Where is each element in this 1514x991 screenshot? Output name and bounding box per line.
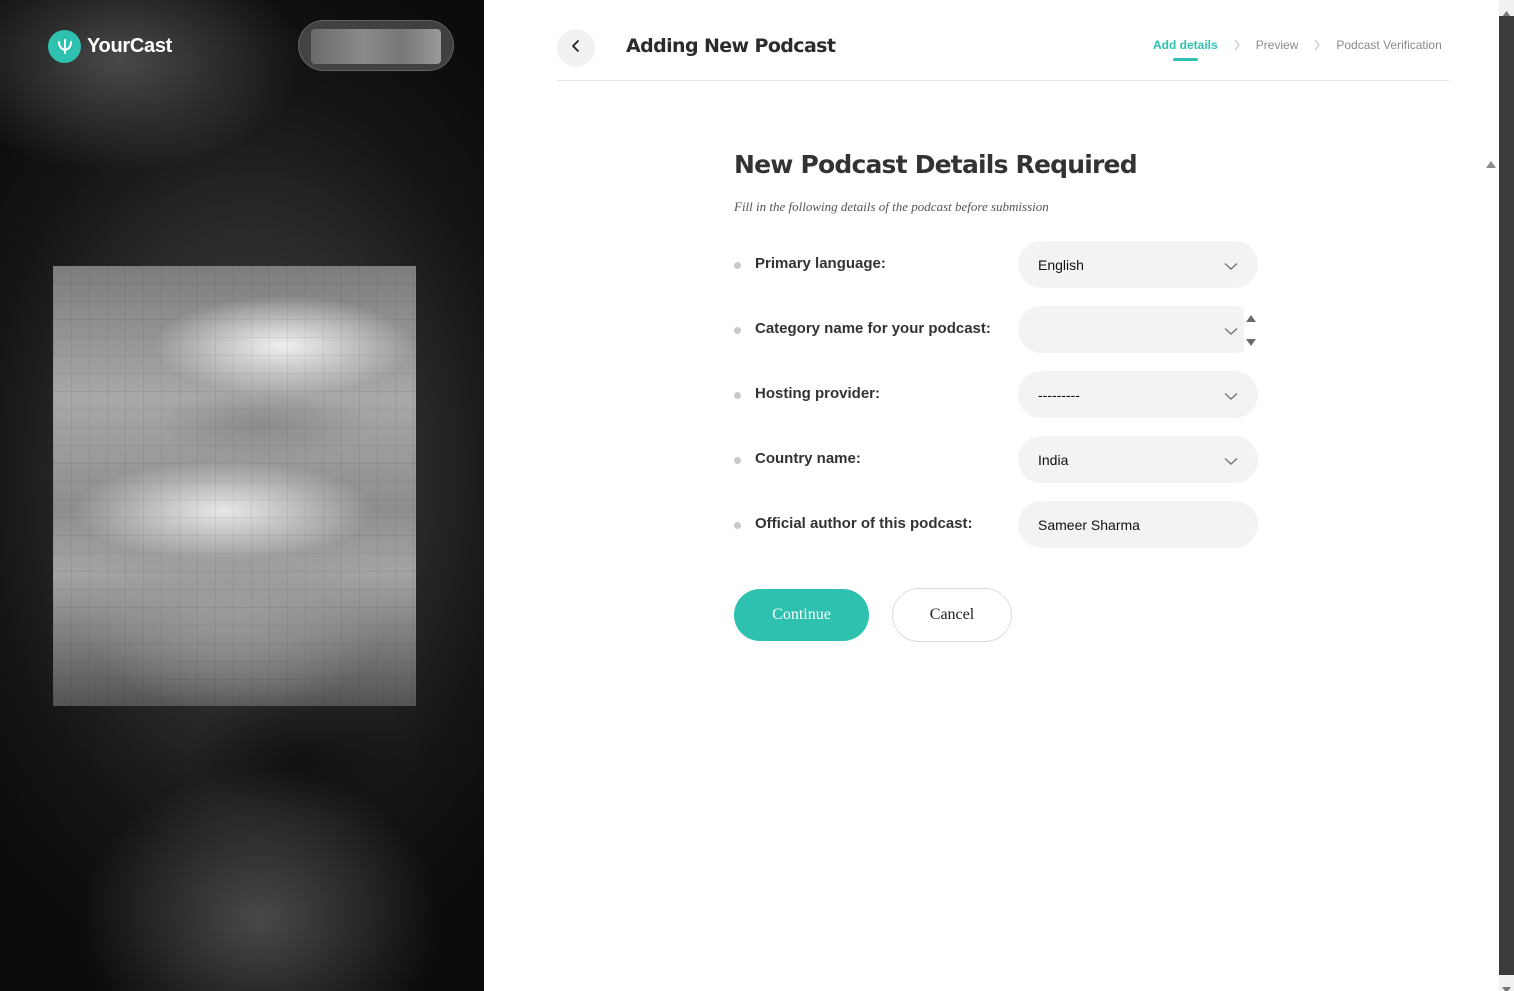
category-spinner[interactable] [1244, 309, 1258, 351]
profile-menu-button[interactable] [298, 20, 454, 71]
country-select[interactable]: India [1018, 436, 1258, 483]
form-subheading: Fill in the following details of the pod… [734, 199, 1049, 214]
window-scrollbar[interactable] [1499, 0, 1514, 991]
leaf-icon [48, 29, 81, 63]
progress-stepper: Add details Preview Podcast Verification [1153, 38, 1442, 61]
brand-logo[interactable]: YourCast [48, 28, 172, 64]
country-value: India [1038, 451, 1069, 468]
chevron-right-icon [1233, 39, 1241, 51]
bullet-icon [734, 262, 741, 269]
page-title: Adding New Podcast [626, 35, 836, 57]
chevron-right-icon [1313, 39, 1321, 51]
podcast-cover-image [53, 266, 416, 706]
bullet-icon [734, 522, 741, 529]
redacted-username [311, 29, 441, 64]
scroll-down-arrow-icon[interactable] [1502, 980, 1511, 991]
left-hero-panel: YourCast [0, 0, 484, 991]
author-input[interactable]: Sameer Sharma [1018, 501, 1258, 548]
chevron-down-icon [1224, 388, 1238, 404]
step-preview[interactable]: Preview [1256, 38, 1299, 52]
form-heading: New Podcast Details Required [734, 150, 1138, 179]
header-divider [557, 80, 1449, 81]
author-value: Sameer Sharma [1038, 516, 1140, 533]
hosting-provider-value: --------- [1038, 386, 1080, 403]
triangle-up-icon[interactable] [1246, 309, 1256, 327]
chevron-down-icon [1224, 453, 1238, 469]
chevron-down-icon [1224, 323, 1238, 339]
bullet-icon [734, 327, 741, 334]
bullet-icon [734, 457, 741, 464]
triangle-down-icon[interactable] [1246, 333, 1256, 351]
author-row: Official author of this podcast: Sameer … [734, 501, 1258, 548]
hosting-provider-row: Hosting provider: --------- [734, 371, 1258, 418]
primary-language-label: Primary language: [755, 255, 886, 272]
primary-language-value: English [1038, 256, 1084, 273]
author-label: Official author of this podcast: [755, 515, 973, 532]
category-label: Category name for your podcast: [755, 320, 991, 337]
scroll-up-arrow-icon[interactable] [1486, 155, 1496, 173]
hosting-provider-select[interactable]: --------- [1018, 371, 1258, 418]
country-label: Country name: [755, 450, 861, 467]
pixelation-overlay [53, 266, 416, 706]
primary-language-select[interactable]: English [1018, 241, 1258, 288]
scrollbar-thumb[interactable] [1499, 16, 1514, 975]
category-select[interactable] [1018, 306, 1258, 353]
step-add-details[interactable]: Add details [1153, 38, 1218, 61]
cancel-button[interactable]: Cancel [892, 588, 1012, 642]
step-podcast-verification[interactable]: Podcast Verification [1336, 38, 1441, 52]
continue-button[interactable]: Continue [734, 589, 869, 641]
bullet-icon [734, 392, 741, 399]
brand-name: YourCast [87, 34, 173, 57]
country-row: Country name: India [734, 436, 1258, 483]
category-row: Category name for your podcast: [734, 306, 1258, 353]
primary-language-row: Primary language: English [734, 241, 1258, 288]
hosting-provider-label: Hosting provider: [755, 385, 881, 402]
chevron-left-icon [569, 39, 583, 58]
chevron-down-icon [1224, 258, 1238, 274]
back-button[interactable] [557, 29, 595, 67]
